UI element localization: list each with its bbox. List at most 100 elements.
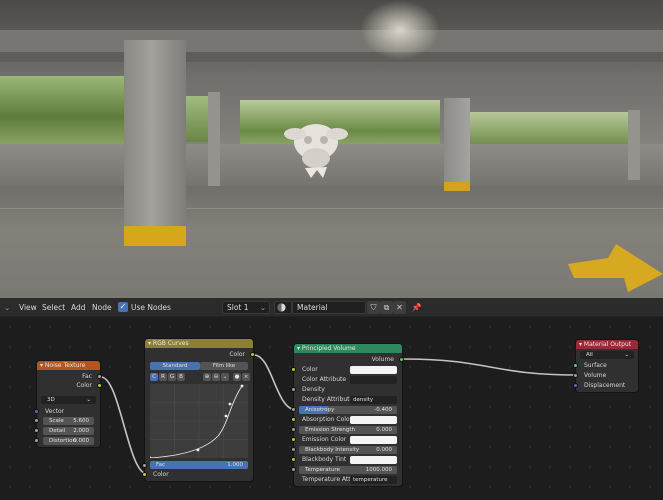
zoom-in-icon[interactable]: ⊕ bbox=[203, 373, 211, 381]
principled-volume-node[interactable]: ▾ Principled Volume Volume Color Color A… bbox=[294, 344, 402, 486]
unlink-close-icon[interactable]: ✕ bbox=[393, 301, 406, 314]
curves-input-color-socket[interactable] bbox=[142, 472, 147, 477]
menu-view[interactable]: View bbox=[19, 298, 37, 317]
distortion-field[interactable]: Distortion 0.000 bbox=[43, 437, 94, 445]
pin-icon[interactable]: 📌 bbox=[410, 301, 423, 314]
material-output-header[interactable]: ▾ Material Output bbox=[576, 340, 638, 349]
temperature-field[interactable]: Temperature 1000.000 bbox=[299, 466, 397, 474]
rgb-curves-title: RGB Curves bbox=[152, 340, 189, 347]
channel-g-button[interactable]: G bbox=[168, 373, 176, 381]
menu-node[interactable]: Node bbox=[92, 298, 112, 317]
volume-temperature-socket[interactable] bbox=[291, 467, 296, 472]
floor-line bbox=[0, 208, 663, 209]
render-viewport[interactable] bbox=[0, 0, 663, 298]
tab-standard[interactable]: Standard bbox=[150, 362, 200, 370]
menu-select[interactable]: Select bbox=[42, 298, 65, 317]
channel-c-button[interactable]: C bbox=[150, 373, 158, 381]
volume-blackbody-tint-socket[interactable] bbox=[291, 457, 296, 462]
reset-x-icon[interactable]: × bbox=[242, 373, 250, 381]
noise-scale-socket[interactable] bbox=[34, 418, 39, 423]
volume-blackbody-intensity-socket[interactable] bbox=[291, 447, 296, 452]
zoom-out-icon[interactable]: ⊖ bbox=[212, 373, 220, 381]
editor-type-icon[interactable]: ⌄ bbox=[4, 298, 10, 317]
curves-output-color-socket[interactable] bbox=[250, 352, 255, 357]
density-attribute-field[interactable]: density bbox=[350, 396, 397, 404]
detail-field[interactable]: Detail 2.000 bbox=[43, 427, 94, 435]
material-browse[interactable] bbox=[274, 301, 292, 314]
link-noise-fac-to-curves-color bbox=[100, 376, 148, 475]
curves-fac-socket[interactable] bbox=[142, 463, 147, 468]
emission-color-swatch[interactable] bbox=[350, 436, 397, 444]
tools-chevron-icon[interactable]: ⌄ bbox=[221, 373, 229, 381]
scale-field[interactable]: Scale 5.600 bbox=[43, 417, 94, 425]
material-name-field[interactable]: Material bbox=[292, 301, 366, 314]
slot-value: Slot 1 bbox=[227, 303, 249, 312]
ceiling-beam bbox=[0, 30, 663, 52]
pillar bbox=[628, 110, 640, 180]
noise-texture-title: Noise Texture bbox=[44, 362, 86, 369]
volume-emission-strength-socket[interactable] bbox=[291, 427, 296, 432]
channel-b-button[interactable]: B bbox=[177, 373, 185, 381]
noise-texture-header[interactable]: ▾ Noise Texture bbox=[37, 361, 100, 370]
duplicate-material-icon[interactable]: ⧉ bbox=[380, 301, 393, 314]
volume-density-socket[interactable] bbox=[291, 387, 296, 392]
window-foliage bbox=[470, 112, 630, 146]
chevron-down-icon: ⌄ bbox=[259, 303, 266, 312]
output-surface-socket[interactable] bbox=[573, 363, 578, 368]
output-volume: Volume bbox=[371, 356, 394, 363]
principled-volume-header[interactable]: ▾ Principled Volume bbox=[294, 344, 402, 353]
window-foliage bbox=[185, 96, 210, 142]
absorption-color-swatch[interactable] bbox=[350, 416, 397, 424]
volume-anisotropy-socket[interactable] bbox=[291, 407, 296, 412]
curve-point bbox=[196, 448, 200, 452]
link-curves-color-to-volume-anisotropy bbox=[253, 354, 297, 411]
input-displacement: Displacement bbox=[584, 382, 626, 389]
target-dropdown[interactable]: All ⌄ bbox=[580, 351, 634, 359]
input-color: Color bbox=[153, 471, 169, 478]
noise-detail-socket[interactable] bbox=[34, 428, 39, 433]
node-editor-canvas[interactable]: ▾ Noise Texture Fac Color 3D ⌄ Vector Sca… bbox=[0, 317, 663, 500]
window-foliage bbox=[0, 76, 125, 144]
temperature-attribute-field[interactable]: temperature bbox=[350, 476, 397, 484]
noise-color-socket[interactable] bbox=[97, 383, 102, 388]
blackbody-intensity-field[interactable]: Blackbody Intensity 0.000 bbox=[299, 446, 397, 454]
dimension-dropdown[interactable]: 3D ⌄ bbox=[41, 396, 96, 404]
pillar bbox=[444, 98, 470, 184]
output-displacement-socket[interactable] bbox=[573, 383, 578, 388]
color-swatch[interactable] bbox=[350, 366, 397, 374]
noise-distortion-socket[interactable] bbox=[34, 438, 39, 443]
tab-film-like[interactable]: Film like bbox=[200, 362, 248, 370]
rgb-curves-node[interactable]: ▾ RGB Curves Color Standard Film like C … bbox=[145, 339, 253, 481]
pillar bbox=[124, 40, 186, 228]
menu-add[interactable]: Add bbox=[71, 298, 86, 317]
volume-output-socket[interactable] bbox=[399, 357, 404, 362]
material-name: Material bbox=[297, 303, 328, 312]
output-volume-socket[interactable] bbox=[573, 373, 578, 378]
fac-field[interactable]: Fac 1.000 bbox=[150, 461, 248, 469]
volume-emission-color-socket[interactable] bbox=[291, 437, 296, 442]
principled-volume-title: Principled Volume bbox=[301, 345, 356, 352]
use-nodes-checkbox[interactable]: ✓ bbox=[118, 302, 128, 312]
volume-color-socket[interactable] bbox=[291, 367, 296, 372]
fake-user-shield-icon[interactable]: ⛉ bbox=[367, 301, 380, 314]
blackbody-tint-swatch[interactable] bbox=[350, 456, 397, 464]
noise-texture-node[interactable]: ▾ Noise Texture Fac Color 3D ⌄ Vector Sca… bbox=[37, 361, 100, 447]
clipping-icon[interactable]: ● bbox=[233, 373, 241, 381]
pillar bbox=[208, 92, 220, 186]
input-vector: Vector bbox=[45, 408, 65, 415]
rgb-curves-header[interactable]: ▾ RGB Curves bbox=[145, 339, 253, 348]
volume-absorption-socket[interactable] bbox=[291, 417, 296, 422]
noise-fac-socket[interactable] bbox=[97, 374, 102, 379]
anisotropy-field[interactable]: Anisotropy -0.400 bbox=[299, 406, 397, 414]
noise-vector-socket[interactable] bbox=[34, 409, 39, 414]
output-color: Color bbox=[229, 351, 245, 358]
slot-dropdown[interactable]: Slot 1 ⌄ bbox=[222, 301, 270, 314]
channel-r-button[interactable]: R bbox=[159, 373, 167, 381]
emission-strength-field[interactable]: Emission Strength 0.000 bbox=[299, 426, 397, 434]
material-output-node[interactable]: ▾ Material Output All ⌄ Surface Volume Di… bbox=[576, 340, 638, 392]
floor-arrow bbox=[568, 244, 663, 292]
curve-graph[interactable] bbox=[150, 384, 248, 458]
curve-point bbox=[228, 402, 232, 406]
color-attribute-field[interactable] bbox=[350, 376, 397, 384]
use-nodes-label: Use Nodes bbox=[131, 303, 171, 312]
